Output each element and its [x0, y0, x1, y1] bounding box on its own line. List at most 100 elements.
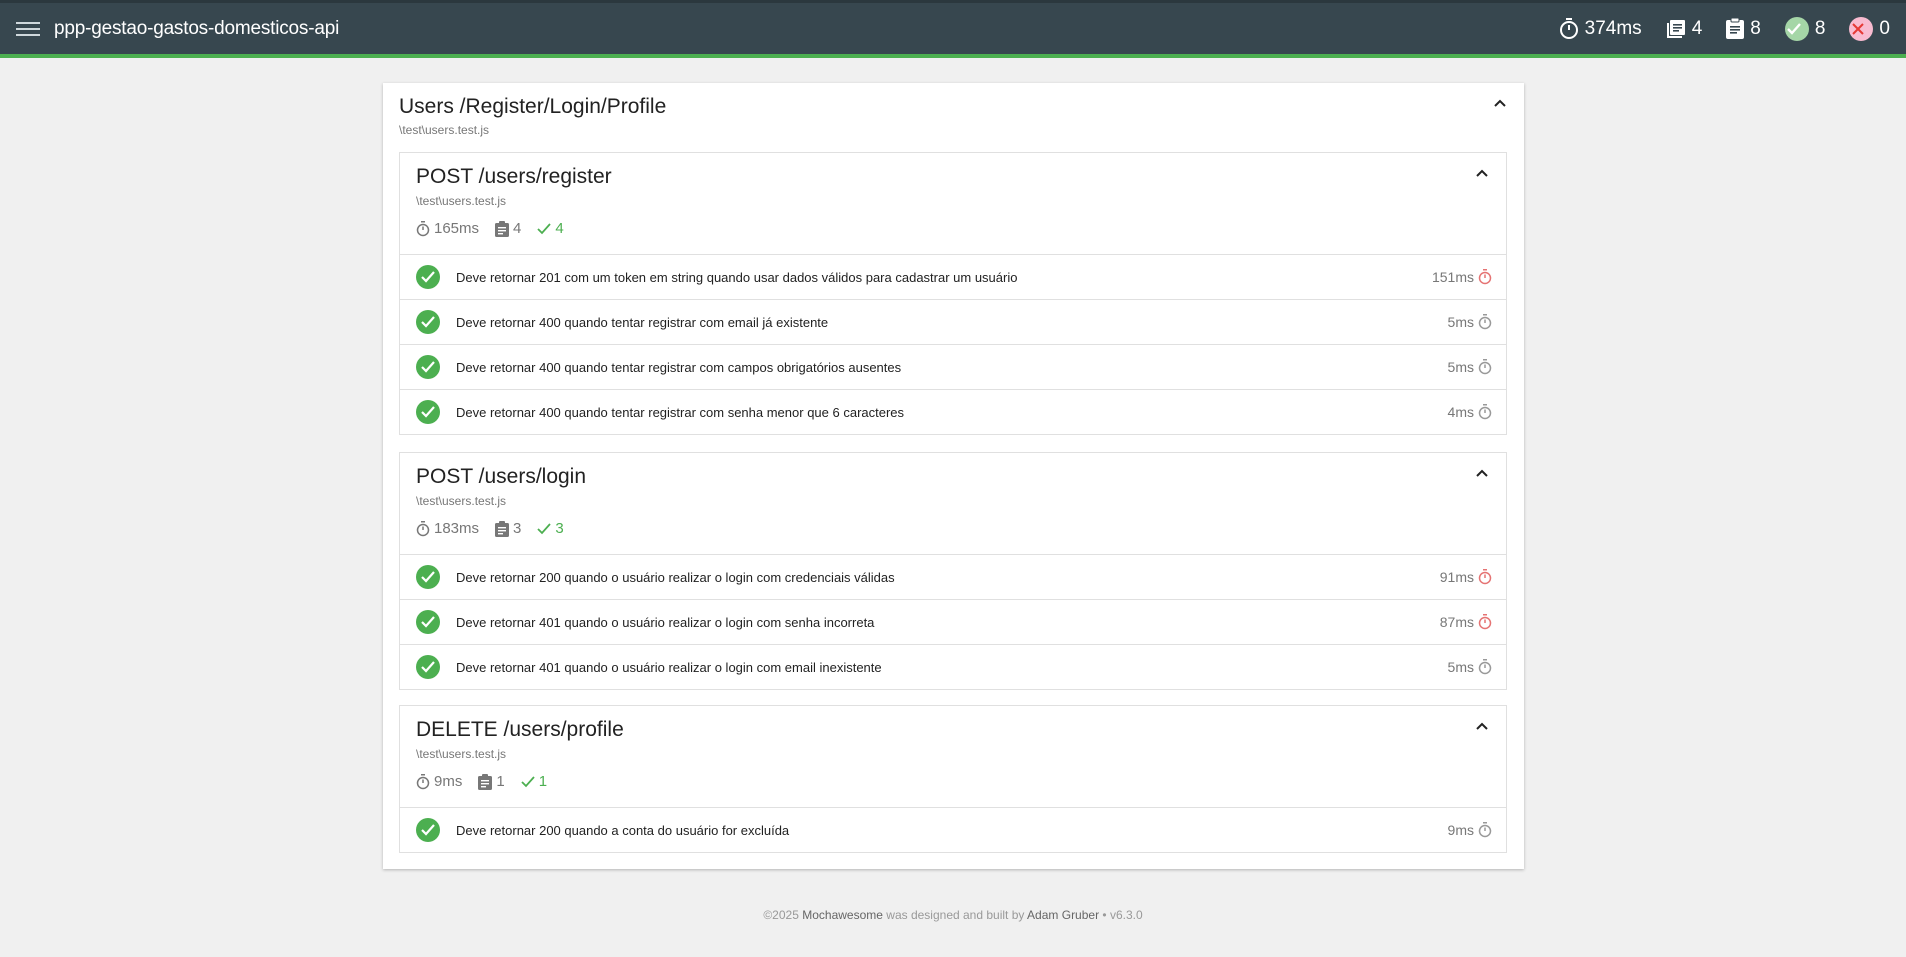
- summary-stats: 374ms 4 8 8 0: [1535, 16, 1890, 41]
- footer-version: • v6.3.0: [1102, 908, 1143, 922]
- test-duration-value: 5ms: [1447, 359, 1474, 375]
- subsuite-stats: 9ms 1 1: [416, 773, 1490, 790]
- menu-icon[interactable]: [16, 20, 40, 38]
- test-name: Deve retornar 201 com um token em string…: [456, 269, 1018, 285]
- timer-icon: [1478, 822, 1492, 838]
- test-row[interactable]: Deve retornar 400 quando tentar registra…: [400, 344, 1506, 389]
- subsuite-tests-value: 3: [513, 520, 522, 537]
- timer-icon: [1559, 17, 1578, 39]
- fail-circle-icon: [1849, 16, 1874, 41]
- subsuite-title: DELETE /users/profile: [416, 718, 624, 741]
- test-row[interactable]: Deve retornar 401 quando o usuário reali…: [400, 599, 1506, 644]
- check-icon: [537, 222, 552, 234]
- suite-card: Users /Register/Login/Profile \test\user…: [383, 83, 1524, 869]
- subsuite-title: POST /users/register: [416, 165, 612, 188]
- subsuite-stats: 183ms 3 3: [416, 520, 1490, 537]
- test-duration: 9ms: [1448, 822, 1492, 838]
- test-duration-value: 151ms: [1431, 269, 1474, 285]
- subsuite-title: POST /users/login: [416, 465, 587, 488]
- slow-timer-icon: [1478, 569, 1492, 585]
- footer: ©2025 Mochawesome was designed and built…: [0, 908, 1906, 922]
- subsuite-duration: 165ms: [416, 220, 479, 237]
- test-duration-value: 9ms: [1447, 822, 1474, 838]
- test-duration-value: 87ms: [1439, 614, 1474, 630]
- timer-icon: [416, 220, 430, 236]
- subsuite-file: \test\users.test.js: [416, 747, 507, 761]
- pass-check-icon: [416, 610, 440, 634]
- subsuite-header: POST /users/login \test\users.test.js 18…: [400, 453, 1506, 554]
- subsuite-stats: 165ms 4 4: [416, 220, 1490, 237]
- passes-stat[interactable]: 8: [1784, 16, 1826, 41]
- subsuite-header: DELETE /users/profile \test\users.test.j…: [400, 706, 1506, 807]
- timer-icon: [416, 520, 430, 536]
- subsuite-passes-value: 1: [538, 773, 548, 790]
- test-name: Deve retornar 401 quando o usuário reali…: [456, 614, 875, 630]
- suites-stat[interactable]: 4: [1666, 18, 1702, 40]
- subsuite-duration: 9ms: [416, 773, 462, 790]
- subsuite-duration-value: 9ms: [434, 773, 463, 790]
- check-icon: [537, 522, 552, 534]
- chevron-up-icon[interactable]: [1494, 99, 1506, 107]
- test-row[interactable]: Deve retornar 401 quando o usuário reali…: [400, 644, 1506, 689]
- test-row[interactable]: Deve retornar 200 quando o usuário reali…: [400, 554, 1506, 599]
- duration-stat[interactable]: 374ms: [1559, 17, 1642, 40]
- test-name: Deve retornar 400 quando tentar registra…: [456, 359, 902, 375]
- test-duration-value: 5ms: [1447, 659, 1474, 675]
- footer-brand-link[interactable]: Mochawesome: [802, 908, 883, 922]
- test-duration: 151ms: [1432, 269, 1492, 285]
- failures-stat[interactable]: 0: [1849, 16, 1890, 41]
- passes-value: 8: [1814, 17, 1826, 39]
- slow-timer-icon: [1478, 269, 1492, 285]
- test-row[interactable]: Deve retornar 200 quando a conta do usuá…: [400, 807, 1506, 852]
- test-row[interactable]: Deve retornar 400 quando tentar registra…: [400, 299, 1506, 344]
- chevron-up-icon[interactable]: [1476, 169, 1488, 177]
- slow-timer-icon: [1478, 614, 1492, 630]
- subsuite-passes: 3: [537, 520, 564, 537]
- subsuite-tests: 4: [495, 220, 521, 237]
- tests-stat[interactable]: 8: [1726, 18, 1761, 40]
- footer-text: was designed and built by: [886, 908, 1025, 922]
- chevron-up-icon[interactable]: [1476, 469, 1488, 477]
- suite-header: Users /Register/Login/Profile \test\user…: [383, 83, 1524, 137]
- test-name: Deve retornar 400 quando tentar registra…: [456, 404, 905, 420]
- clipboard-icon: [1726, 18, 1745, 39]
- subsuite-passes-value: 4: [555, 220, 564, 237]
- pass-check-icon: [416, 818, 440, 842]
- test-duration-value: 91ms: [1439, 569, 1474, 585]
- subsuite-tests: 1: [478, 773, 505, 790]
- chevron-up-icon[interactable]: [1476, 722, 1488, 730]
- timer-icon: [1478, 404, 1492, 420]
- subsuite-passes: 1: [521, 773, 547, 790]
- tests-value: 8: [1750, 17, 1761, 39]
- test-duration: 91ms: [1440, 569, 1492, 585]
- report-title: ppp-gestao-gastos-domesticos-api: [54, 17, 340, 39]
- footer-author-link[interactable]: Adam Gruber: [1027, 908, 1099, 922]
- subsuite-passes: 4: [537, 220, 564, 237]
- test-duration: 4ms: [1448, 404, 1492, 420]
- timer-icon: [1478, 359, 1492, 375]
- test-duration: 5ms: [1448, 659, 1492, 675]
- subsuite-duration-value: 183ms: [434, 520, 480, 537]
- footer-copyright: ©2025: [763, 908, 799, 922]
- test-name: Deve retornar 401 quando o usuário reali…: [456, 659, 882, 675]
- pass-check-icon: [416, 310, 440, 334]
- test-duration-value: 5ms: [1447, 314, 1474, 330]
- subsuite-header: POST /users/register \test\users.test.js…: [400, 153, 1506, 254]
- suites-icon: [1666, 19, 1685, 38]
- pass-check-icon: [416, 655, 440, 679]
- check-icon: [521, 775, 535, 787]
- test-row[interactable]: Deve retornar 400 quando tentar registra…: [400, 389, 1506, 434]
- test-row[interactable]: Deve retornar 201 com um token em string…: [400, 254, 1506, 299]
- pass-check-icon: [416, 355, 440, 379]
- timer-icon: [1478, 314, 1492, 330]
- subsuite-tests-value: 1: [496, 773, 505, 790]
- clipboard-icon: [495, 220, 510, 237]
- subsuite-profile: DELETE /users/profile \test\users.test.j…: [399, 705, 1507, 853]
- subsuite-duration-value: 165ms: [434, 220, 480, 237]
- pass-check-icon: [416, 565, 440, 589]
- subsuite-tests: 3: [495, 520, 521, 537]
- test-duration-value: 4ms: [1447, 404, 1474, 420]
- timer-icon: [1478, 659, 1492, 675]
- timer-icon: [416, 773, 430, 789]
- suite-title: Users /Register/Login/Profile: [399, 95, 667, 118]
